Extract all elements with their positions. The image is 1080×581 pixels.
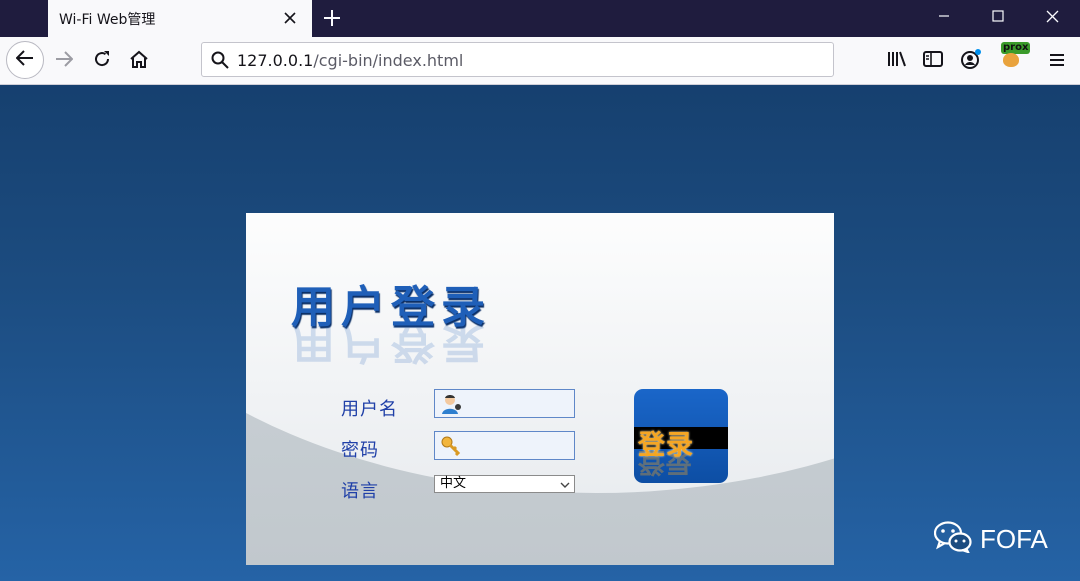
home-button[interactable] (123, 45, 155, 77)
language-selected-value: 中文 (440, 476, 467, 491)
home-icon (129, 50, 149, 72)
hamburger-menu-icon (1049, 52, 1065, 71)
page-viewport: 用户登录 用户登录 用户名 密码 语言 中文 登录 登录 FOFA (0, 85, 1080, 581)
language-select[interactable]: 中文 (434, 475, 575, 493)
close-tab-icon[interactable] (278, 6, 302, 30)
password-label: 密码 (341, 440, 379, 461)
username-input[interactable] (434, 389, 575, 418)
forward-button[interactable] (48, 45, 80, 77)
account-icon (960, 48, 982, 74)
reload-icon (93, 50, 111, 72)
url-path: /cgi-bin/index.html (313, 51, 464, 70)
library-icon (887, 51, 907, 71)
user-icon (440, 393, 462, 415)
wechat-icon (933, 521, 972, 557)
key-icon (440, 435, 462, 457)
watermark: FOFA (933, 520, 1048, 558)
library-button[interactable] (881, 45, 913, 77)
address-bar[interactable]: 127.0.0.1/cgi-bin/index.html (201, 42, 834, 77)
reload-button[interactable] (86, 45, 118, 77)
password-input[interactable] (434, 431, 575, 460)
back-button[interactable] (6, 41, 44, 79)
nav-toolbar: 127.0.0.1/cgi-bin/index.html prox (0, 37, 1080, 85)
maximize-icon[interactable] (971, 0, 1025, 32)
sidebar-icon (923, 51, 943, 71)
chevron-down-icon (560, 479, 570, 489)
watermark-text: FOFA (980, 523, 1048, 554)
url-host: 127.0.0.1 (237, 51, 314, 70)
menu-button[interactable] (1041, 45, 1073, 77)
browser-tab[interactable]: Wi-Fi Web管理 (48, 0, 312, 37)
new-tab-icon[interactable] (318, 5, 346, 31)
proxy-badge-label: prox (1001, 42, 1031, 54)
sidebar-button[interactable] (917, 45, 949, 77)
login-heading-reflection: 用户登录 (291, 316, 491, 367)
url-text: 127.0.0.1/cgi-bin/index.html (237, 51, 463, 70)
forward-arrow-icon (55, 51, 74, 71)
login-button-label-reflection: 登录 (638, 446, 692, 477)
tab-bar: Wi-Fi Web管理 (0, 0, 1080, 37)
close-window-icon[interactable] (1025, 0, 1079, 32)
account-button[interactable] (955, 45, 987, 77)
proxy-extension-button[interactable]: prox (998, 42, 1031, 70)
login-button[interactable]: 登录 登录 (634, 389, 728, 483)
minimize-icon[interactable] (917, 0, 971, 32)
language-label: 语言 (341, 481, 379, 502)
tab-title: Wi-Fi Web管理 (59, 12, 156, 28)
back-arrow-icon (15, 50, 34, 70)
username-label: 用户名 (341, 399, 398, 420)
search-icon (209, 49, 231, 71)
login-panel: 用户登录 用户登录 用户名 密码 语言 中文 登录 登录 (246, 213, 834, 565)
proxy-extension-icon (1003, 53, 1019, 67)
